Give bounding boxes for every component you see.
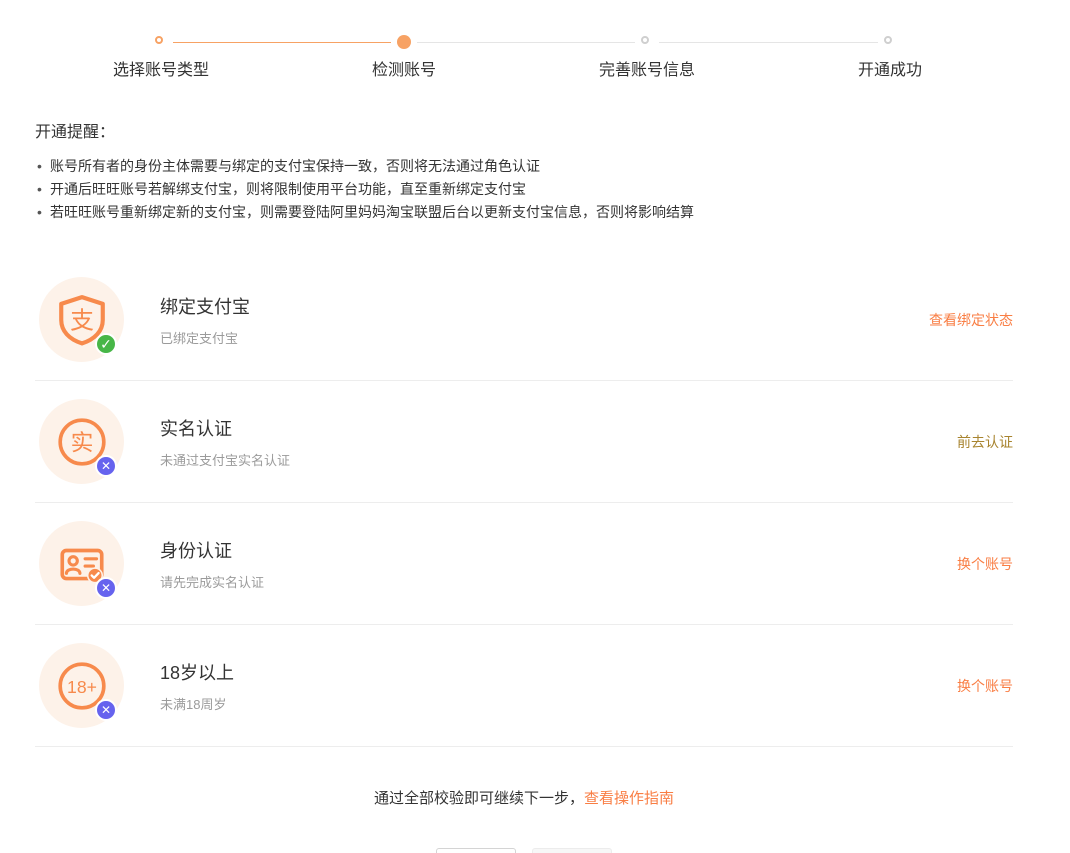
id-card-icon: ✕: [39, 521, 124, 606]
check-title: 绑定支付宝: [160, 293, 250, 319]
notice-item: 账号所有者的身份主体需要与绑定的支付宝保持一致，否则将无法通过角色认证: [35, 155, 1035, 178]
check-text: 18岁以上 未满18周岁: [160, 659, 234, 713]
stepper-line-pending: [417, 42, 635, 43]
view-binding-status-link[interactable]: 查看绑定状态: [929, 310, 1013, 330]
check-title: 18岁以上: [160, 659, 234, 685]
footer-hint: 通过全部校验即可继续下一步，查看操作指南: [35, 787, 1013, 808]
check-title: 身份认证: [160, 537, 264, 563]
check-title: 实名认证: [160, 415, 290, 441]
step-label-select-account-type: 选择账号类型: [113, 56, 209, 80]
check-subtitle: 请先完成实名认证: [160, 572, 264, 591]
check-subtitle: 未通过支付宝实名认证: [160, 450, 290, 469]
check-text: 绑定支付宝 已绑定支付宝: [160, 293, 250, 347]
svg-text:支: 支: [70, 307, 94, 334]
stepper-line-pending: [659, 42, 878, 43]
step-dot-4: [884, 36, 892, 44]
stepper-line-done: [173, 42, 391, 43]
step-dot-1: [155, 36, 163, 44]
step-label-detect-account: 检测账号: [372, 56, 436, 80]
hint-text: 通过全部校验即可继续下一步，: [374, 790, 584, 807]
svg-text:18+: 18+: [67, 676, 97, 696]
realname-seal-icon: 实 ✕: [39, 399, 124, 484]
step-dot-2-current: [397, 35, 411, 49]
change-account-link[interactable]: 换个账号: [957, 676, 1013, 696]
operation-guide-link[interactable]: 查看操作指南: [584, 790, 674, 807]
check-row-age: 18+ ✕ 18岁以上 未满18周岁 换个账号: [35, 625, 1013, 746]
check-subtitle: 已绑定支付宝: [160, 328, 250, 347]
change-account-link[interactable]: 换个账号: [957, 554, 1013, 574]
previous-step-button[interactable]: 上一步: [436, 848, 516, 853]
status-fail-badge: ✕: [95, 577, 117, 599]
notice-title: 开通提醒：: [35, 118, 1035, 142]
step-label-complete-info: 完善账号信息: [599, 56, 695, 80]
age-18-plus-icon: 18+ ✕: [39, 643, 124, 728]
alipay-shield-icon: 支 ✓: [39, 277, 124, 362]
status-pass-badge: ✓: [95, 333, 117, 355]
wizard-buttons: 上一步 下一步: [35, 848, 1013, 853]
activation-notice: 开通提醒： 账号所有者的身份主体需要与绑定的支付宝保持一致，否则将无法通过角色认…: [35, 118, 1035, 224]
status-fail-badge: ✕: [95, 699, 117, 721]
step-dot-3: [641, 36, 649, 44]
notice-item: 开通后旺旺账号若解绑支付宝，则将限制使用平台功能，直至重新绑定支付宝: [35, 178, 1035, 201]
next-step-button[interactable]: 下一步: [532, 848, 612, 853]
step-label-success: 开通成功: [858, 56, 922, 80]
check-row-identity: ✕ 身份认证 请先完成实名认证 换个账号: [35, 503, 1013, 624]
svg-text:实: 实: [70, 429, 93, 455]
check-row-realname: 实 ✕ 实名认证 未通过支付宝实名认证 前去认证: [35, 381, 1013, 502]
wizard-stepper: 选择账号类型 检测账号 完善账号信息 开通成功: [0, 0, 1070, 88]
check-text: 身份认证 请先完成实名认证: [160, 537, 264, 591]
check-text: 实名认证 未通过支付宝实名认证: [160, 415, 290, 469]
go-verify-link[interactable]: 前去认证: [957, 432, 1013, 452]
notice-list: 账号所有者的身份主体需要与绑定的支付宝保持一致，否则将无法通过角色认证 开通后旺…: [35, 155, 1035, 224]
check-row-bind-alipay: 支 ✓ 绑定支付宝 已绑定支付宝 查看绑定状态: [35, 259, 1013, 380]
divider: [35, 746, 1013, 747]
notice-item: 若旺旺账号重新绑定新的支付宝，则需要登陆阿里妈妈淘宝联盟后台以更新支付宝信息，否…: [35, 201, 1035, 224]
check-subtitle: 未满18周岁: [160, 694, 234, 713]
verification-checklist: 支 ✓ 绑定支付宝 已绑定支付宝 查看绑定状态 实 ✕ 实名认证 未通过支付宝实…: [35, 259, 1013, 747]
status-fail-badge: ✕: [95, 455, 117, 477]
